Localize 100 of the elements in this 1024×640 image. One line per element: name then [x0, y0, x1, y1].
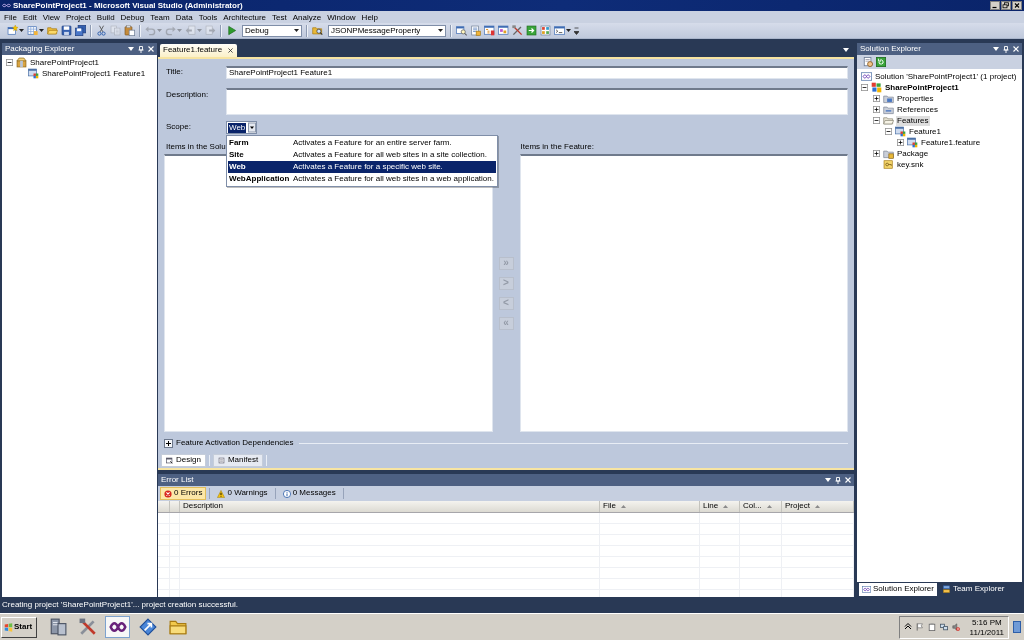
dropdown-option[interactable]: WebApplication Activates a Feature for all web sites in a web application.: [228, 173, 496, 185]
taskbar-button[interactable]: [105, 616, 130, 638]
menu-item[interactable]: Test: [269, 11, 290, 23]
clipboard-icon[interactable]: [124, 25, 135, 36]
tile-grid-icon[interactable]: [540, 25, 551, 36]
toolbar-dropdown[interactable]: Debug: [242, 24, 302, 37]
tree-item[interactable]: Feature1: [908, 126, 943, 137]
stacked-floppies-icon[interactable]: [75, 25, 86, 36]
caret-down-icon[interactable]: [993, 47, 999, 51]
tree-item[interactable]: Features: [896, 115, 930, 126]
caret-down-icon[interactable]: [294, 29, 299, 32]
filter-button[interactable]: 0 Warnings: [213, 487, 272, 500]
collapse-icon[interactable]: [885, 128, 892, 135]
menu-item[interactable]: Team: [147, 11, 173, 23]
tree-item[interactable]: Properties: [896, 93, 935, 104]
chevron-up-icon[interactable]: [903, 623, 912, 631]
tree-item[interactable]: Feature1.feature: [920, 137, 982, 148]
caret-down-icon[interactable]: [39, 29, 44, 32]
scissors-icon[interactable]: [96, 25, 107, 36]
tree-item[interactable]: Package: [896, 148, 930, 159]
tree-item[interactable]: key.snk: [896, 159, 925, 170]
flag-icon[interactable]: [915, 623, 924, 631]
caret-down-icon[interactable]: [438, 29, 443, 32]
expand-icon[interactable]: [873, 150, 880, 157]
document-tab[interactable]: Feature1.feature: [160, 44, 238, 57]
column-header[interactable]: Col...: [740, 501, 782, 512]
text-field[interactable]: [226, 88, 848, 115]
scope-dropdown[interactable]: Web: [226, 121, 258, 134]
crossed-tools-icon[interactable]: [512, 25, 523, 36]
clock-date[interactable]: 11/1/2011: [969, 627, 1004, 637]
tree-item[interactable]: SharePointProject1 Feature1: [41, 68, 147, 79]
command-window-icon[interactable]: [554, 25, 565, 36]
menu-item[interactable]: File: [1, 11, 20, 23]
menu-item[interactable]: Debug: [117, 11, 148, 23]
tree-item[interactable]: SharePointProject1: [29, 57, 100, 68]
caret-down-icon[interactable]: [19, 29, 24, 32]
caret-down-icon[interactable]: [128, 47, 134, 51]
pin-icon[interactable]: [138, 45, 144, 53]
collapse-icon[interactable]: [873, 117, 880, 124]
view-tab[interactable]: Design: [161, 453, 206, 467]
tree-item[interactable]: References: [896, 104, 939, 115]
list-box[interactable]: [164, 154, 493, 432]
collapse-icon[interactable]: [6, 59, 13, 66]
play-icon[interactable]: [226, 25, 237, 36]
panel-tab[interactable]: Solution Explorer: [859, 583, 937, 596]
speaker-muted-icon[interactable]: [951, 623, 960, 631]
minimize-icon[interactable]: [990, 1, 1000, 10]
caret-down-icon[interactable]: [566, 29, 571, 32]
pin-icon[interactable]: [835, 476, 841, 484]
dropdown-option[interactable]: Site Activates a Feature for all web sites in a site collection.: [228, 149, 496, 161]
close-icon[interactable]: [1012, 1, 1022, 10]
menu-item[interactable]: Architecture: [220, 11, 269, 23]
expand-icon[interactable]: [164, 438, 173, 448]
text-field[interactable]: SharePointProject1 Feature1: [226, 66, 848, 79]
panel-title: Error List: [161, 475, 194, 485]
menu-item[interactable]: Project: [62, 11, 94, 23]
refresh-icon[interactable]: [876, 57, 886, 67]
start-button[interactable]: Start: [1, 616, 37, 638]
dropdown-option[interactable]: Farm Activates a Feature for an entire server farm.: [228, 137, 496, 149]
caret-down-icon[interactable]: [825, 478, 831, 482]
new-window-icon[interactable]: [7, 25, 18, 36]
menu-item[interactable]: Tools: [195, 11, 221, 23]
collapse-icon[interactable]: [861, 84, 868, 91]
folder-magnifier-icon[interactable]: [312, 25, 323, 36]
class-window-icon[interactable]: [498, 25, 509, 36]
menu-item[interactable]: Help: [358, 11, 382, 23]
dropdown-option[interactable]: Web Activates a Feature for a specific web site.: [228, 161, 496, 173]
expand-icon[interactable]: [873, 106, 880, 113]
column-header[interactable]: File: [600, 501, 700, 512]
panel-tab[interactable]: Team Explorer: [938, 583, 1008, 596]
menu-item[interactable]: Edit: [19, 11, 40, 23]
close-icon[interactable]: [228, 48, 234, 53]
caret-down-icon[interactable]: [843, 48, 849, 52]
restore-icon[interactable]: [1001, 1, 1011, 10]
clipboard-icon[interactable]: [927, 623, 936, 631]
column-header[interactable]: Line: [700, 501, 740, 512]
menu-item[interactable]: Build: [93, 11, 118, 23]
expand-icon[interactable]: [897, 139, 904, 146]
view-tab[interactable]: Manifest: [212, 453, 264, 467]
menu-item[interactable]: Window: [324, 11, 359, 23]
tree-window-icon[interactable]: [484, 25, 495, 36]
expand-icon[interactable]: [873, 95, 880, 102]
page-badge-icon[interactable]: [863, 57, 873, 67]
menu-item[interactable]: Data: [172, 11, 196, 23]
column-header[interactable]: Project: [782, 501, 854, 512]
arrow-box-icon[interactable]: [526, 25, 537, 36]
clock-time[interactable]: 5:16 PM: [971, 617, 1002, 627]
menu-item[interactable]: View: [39, 11, 63, 23]
pin-icon[interactable]: [1003, 45, 1009, 53]
filter-button[interactable]: 0 Errors: [160, 487, 207, 500]
toolbar-overflow-icon[interactable]: [574, 26, 579, 35]
toolbar-dropdown[interactable]: JSONPMessageProperty: [328, 24, 446, 37]
window-magnifier-icon[interactable]: [456, 25, 467, 36]
network-icon[interactable]: [939, 623, 948, 631]
properties-page-icon[interactable]: [470, 25, 481, 36]
filter-button[interactable]: 0 Messages: [278, 487, 340, 500]
tree-item[interactable]: Solution 'SharePointProject1' (1 project): [874, 71, 1018, 82]
column-header[interactable]: Description: [180, 501, 600, 512]
tree-item[interactable]: SharePointProject1: [884, 82, 960, 93]
menu-item[interactable]: Analyze: [289, 11, 325, 23]
